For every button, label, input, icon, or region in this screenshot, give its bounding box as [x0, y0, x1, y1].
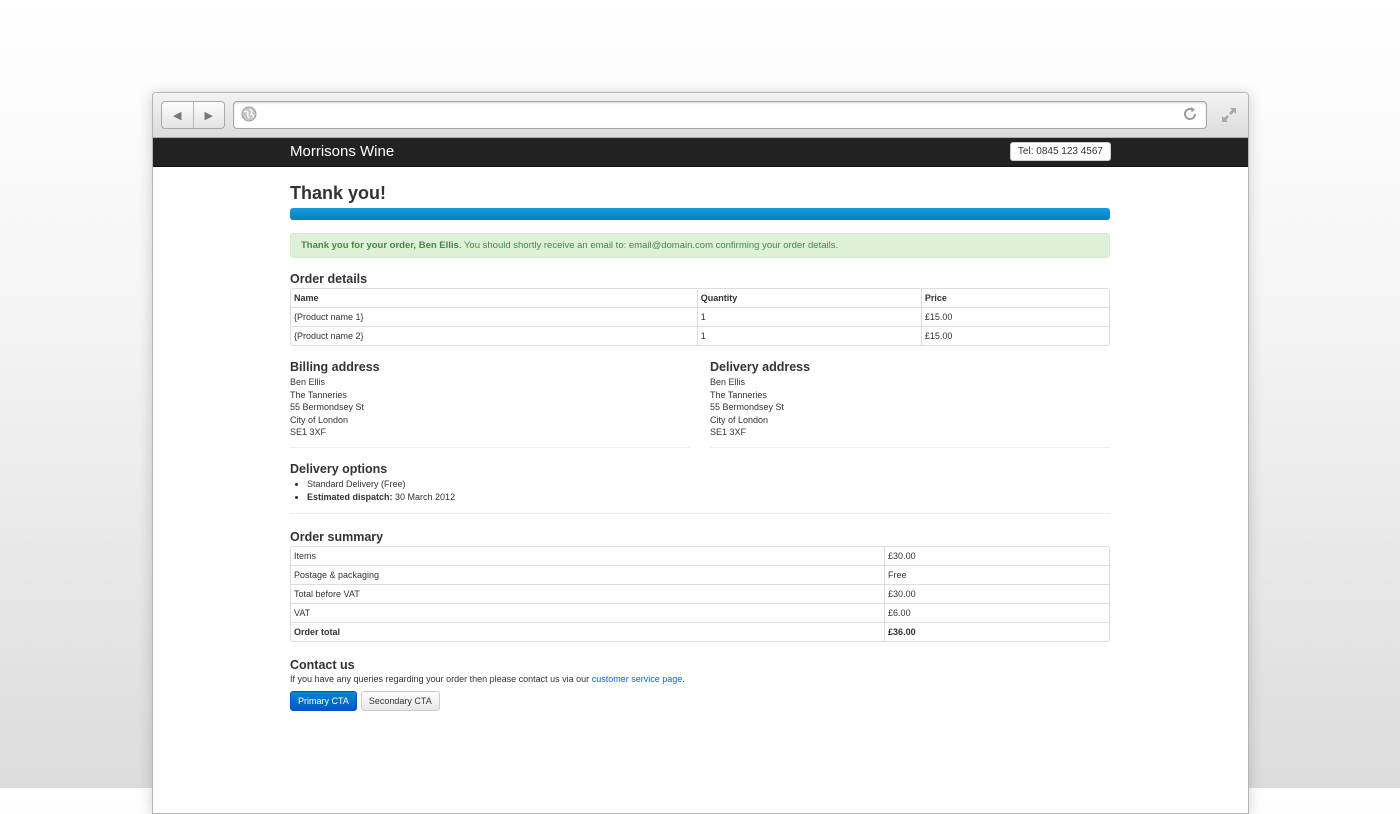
table-cell: 1 — [696, 307, 921, 326]
table-cell: Order total — [291, 622, 885, 641]
table-row: Postage & packaging Free — [291, 565, 1109, 585]
table-cell: £30.00 — [884, 547, 1109, 566]
column-header: Price — [920, 289, 1109, 307]
fullscreen-icon[interactable] — [1220, 106, 1238, 124]
address-line: Ben Ellis — [710, 377, 746, 387]
contact-suffix: . — [682, 674, 685, 685]
primary-cta-button[interactable]: Primary CTA — [290, 691, 357, 712]
table-cell: £6.00 — [884, 603, 1109, 623]
table-cell: Items — [294, 551, 317, 562]
address-line: Ben Ellis — [290, 377, 326, 387]
table-row: Total before VAT £30.00 — [291, 584, 1109, 604]
alert-bold: Thank you for your order, Ben Ellis — [301, 240, 459, 251]
table-row: VAT £6.00 — [291, 603, 1109, 623]
cta-buttons: Primary CTA Secondary CTA — [290, 691, 1110, 712]
success-alert: Thank you for your order, Ben Ellis. You… — [290, 233, 1110, 258]
contact-heading: Contact us — [290, 658, 355, 673]
dispatch-label: Estimated dispatch: — [307, 491, 393, 502]
delivery-heading: Delivery address — [710, 360, 811, 374]
table-cell: £36.00 — [884, 622, 1109, 642]
column-header: Name — [294, 293, 319, 303]
table-row: {Product name 1} 1 £15.00 — [291, 307, 1109, 326]
order-details-table: Name Quantity Price {Product name 1} 1 £… — [290, 288, 1110, 346]
globe-icon — [241, 106, 257, 122]
table-row: Order total £36.00 — [291, 622, 1109, 642]
address-line: City of London — [290, 414, 349, 425]
billing-heading: Billing address — [290, 360, 380, 374]
table-cell: Total before VAT — [291, 584, 885, 603]
dispatch-date: 30 March 2012 — [392, 491, 456, 502]
table-cell: £15.00 — [920, 307, 1109, 326]
table-cell: £30.00 — [884, 584, 1109, 604]
table-cell: {Product name 1} — [291, 307, 697, 326]
table-cell: {Product name 2} — [291, 326, 697, 345]
delivery-options-list: Standard Delivery (Free) Estimated dispa… — [290, 478, 1110, 503]
address-bar[interactable] — [233, 101, 1207, 129]
list-item: Standard Delivery (Free) — [307, 478, 1110, 491]
site-navbar: Morrisons Wine Tel: 0845 123 4567 — [153, 138, 1248, 167]
table-cell: VAT — [291, 603, 885, 622]
order-summary-table: Items £30.00 Postage & packaging Free To… — [290, 546, 1110, 643]
table-row: {Product name 2} 1 £15.00 — [291, 326, 1109, 345]
order-details-heading: Order details — [290, 272, 368, 286]
delivery-address: Delivery address Ben Ellis The Tanneries… — [710, 346, 1110, 448]
forward-button[interactable]: ▶ — [194, 102, 225, 128]
table-cell: £15.00 — [920, 326, 1109, 345]
table-cell: 1 — [696, 326, 921, 345]
contact-text: If you have any queries regarding your o… — [290, 674, 1110, 684]
table-cell: Free — [884, 565, 1109, 585]
delivery-options: Delivery options Standard Delivery (Free… — [290, 461, 1110, 515]
list-item: Estimated dispatch: 30 March 2012 — [307, 491, 1110, 504]
table-header-row: Name Quantity Price — [291, 289, 1109, 307]
address-line: SE1 3XF — [290, 427, 327, 438]
address-line: The Tanneries — [290, 389, 347, 400]
address-line: The Tanneries — [710, 389, 767, 400]
address-line: 55 Bermondsey St — [710, 402, 785, 413]
address-line: City of London — [710, 414, 769, 425]
table-row: Items £30.00 — [291, 547, 1109, 566]
order-summary-heading: Order summary — [290, 530, 384, 545]
table-cell: Postage & packaging — [291, 565, 885, 584]
nav-buttons: ◀ ▶ — [161, 101, 225, 129]
customer-service-link[interactable]: customer service page — [592, 674, 683, 684]
billing-address: Billing address Ben Ellis The Tanneries … — [290, 346, 690, 448]
brand-logo[interactable]: Morrisons Wine — [290, 143, 394, 160]
page-title: Thank you! — [290, 183, 387, 203]
address-line: SE1 3XF — [710, 427, 747, 438]
browser-toolbar: ◀ ▶ — [153, 93, 1248, 138]
main-content: Thank you! Thank you for your order, Ben… — [290, 165, 1110, 712]
browser-window: ◀ ▶ Morrisons Wine Tel: 0845 123 4567 Th… — [152, 92, 1249, 814]
telephone-badge: Tel: 0845 123 4567 — [1009, 142, 1111, 161]
address-line: 55 Bermondsey St — [290, 402, 365, 413]
delivery-options-heading: Delivery options — [290, 461, 388, 476]
contact-message: If you have any queries regarding your o… — [290, 674, 592, 685]
back-arrow-icon: ◀ — [173, 109, 182, 122]
alert-text: . You should shortly receive an email to… — [458, 240, 839, 251]
secondary-cta-button[interactable]: Secondary CTA — [360, 691, 440, 712]
column-header: Quantity — [696, 289, 921, 307]
back-button[interactable]: ◀ — [162, 102, 194, 128]
progress-bar — [290, 208, 1110, 220]
reload-icon[interactable] — [1182, 106, 1198, 122]
addresses: Billing address Ben Ellis The Tanneries … — [290, 346, 1110, 448]
forward-arrow-icon: ▶ — [204, 109, 213, 122]
